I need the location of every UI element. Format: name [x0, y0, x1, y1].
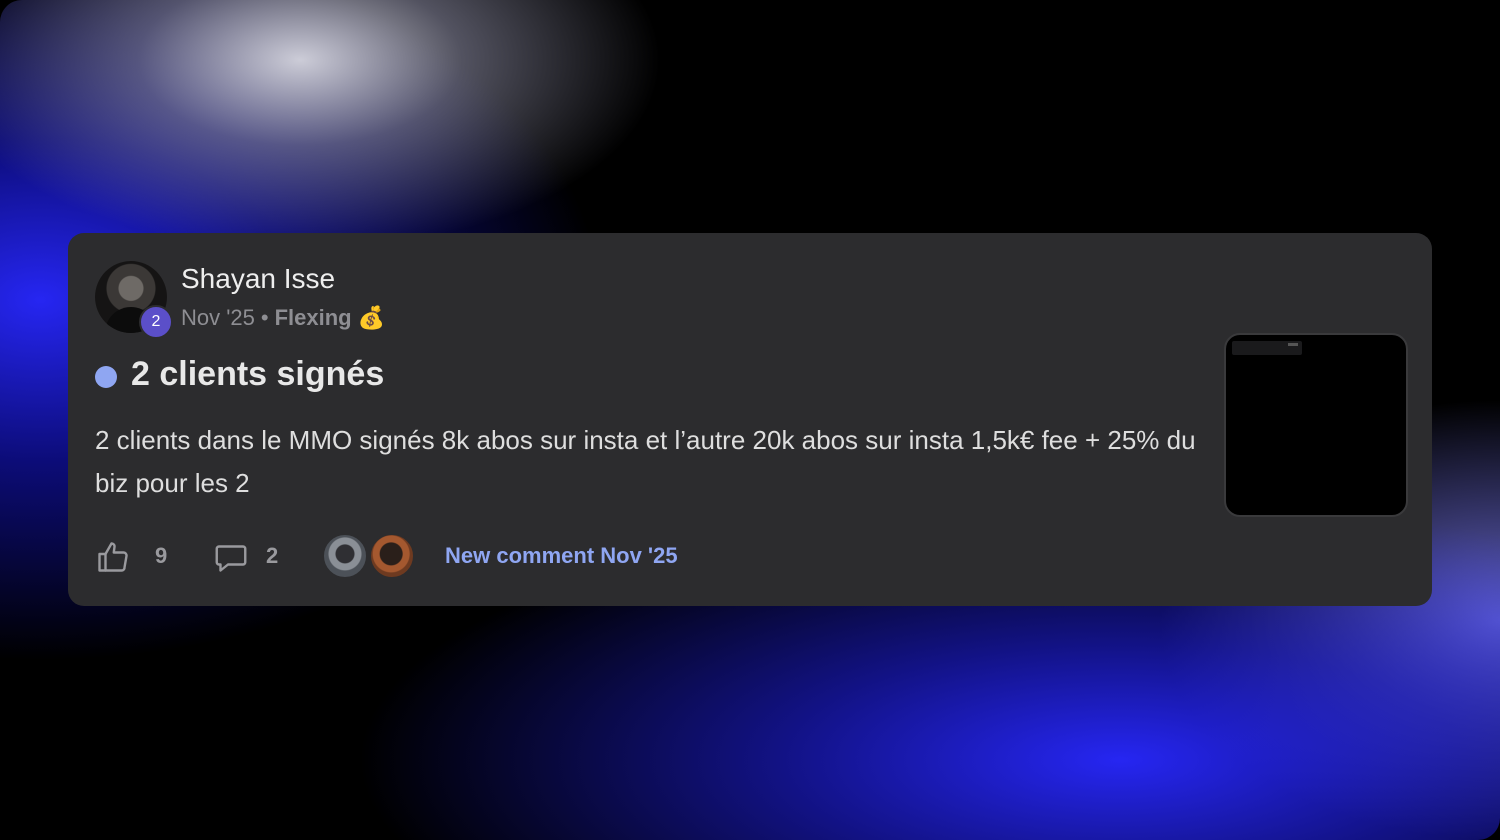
unread-dot [95, 366, 117, 388]
level-badge: 2 [139, 305, 173, 339]
post-card[interactable]: 2 Shayan Isse Nov '25 • Flexing 💰 2 clie… [68, 233, 1432, 606]
new-comment-link[interactable]: New comment Nov '25 [445, 543, 678, 569]
post-footer: 9 2 New comment Nov '25 [95, 533, 1095, 583]
like-count: 9 [155, 543, 168, 568]
meta-separator: • [260, 305, 269, 330]
post-title[interactable]: 2 clients signés [131, 355, 384, 394]
money-bag-icon: 💰 [357, 305, 386, 330]
thumbs-up-icon[interactable] [95, 539, 131, 575]
post-category[interactable]: Flexing [275, 305, 352, 331]
comment-count: 2 [266, 543, 279, 568]
post-meta: Nov '25 • Flexing 💰 [181, 305, 385, 331]
commenter-avatar[interactable] [322, 533, 368, 579]
speech-bubble-icon[interactable] [213, 539, 249, 575]
thumbnail-screenshot-header [1232, 341, 1302, 355]
post-body: 2 clients dans le MMO signés 8k abos sur… [95, 425, 1196, 498]
commenter-avatar[interactable] [369, 533, 415, 579]
post-thumbnail[interactable] [1224, 333, 1408, 517]
author-name[interactable]: Shayan Isse [181, 263, 335, 295]
post-date: Nov '25 [181, 305, 255, 330]
background: 2 Shayan Isse Nov '25 • Flexing 💰 2 clie… [0, 0, 1500, 840]
